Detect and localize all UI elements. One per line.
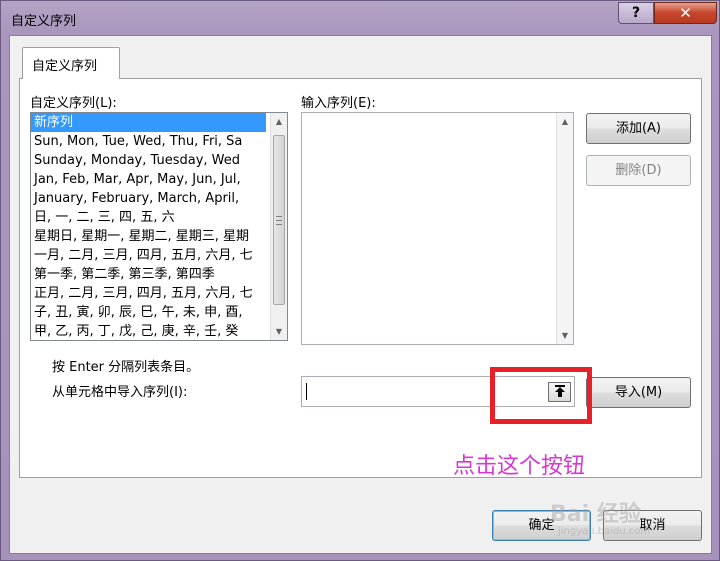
close-button[interactable]: ✕ (654, 2, 717, 24)
list-item[interactable]: 子, 丑, 寅, 卯, 辰, 巳, 午, 未, 申, 酉, (31, 303, 266, 322)
watermark-logo: Bai 经验 (550, 502, 641, 527)
window-title: 自定义序列 (11, 14, 77, 29)
scroll-grip-icon (276, 216, 282, 225)
listbox-scrollbar[interactable]: ▲ ▼ (270, 113, 287, 340)
list-item[interactable]: 新序列 (31, 113, 266, 132)
entries-scroll-down-icon[interactable]: ▼ (557, 327, 573, 344)
import-button[interactable]: 导入(M) (586, 377, 691, 408)
custom-list-label: 自定义序列(L): (30, 96, 117, 111)
list-item[interactable]: 星期日, 星期一, 星期二, 星期三, 星期 (31, 227, 266, 246)
list-item[interactable]: Sunday, Monday, Tuesday, Wed (31, 151, 266, 170)
list-item[interactable]: 第一季, 第二季, 第三季, 第四季 (31, 265, 266, 284)
list-item[interactable]: 日, 一, 二, 三, 四, 五, 六 (31, 208, 266, 227)
list-item[interactable]: Sun, Mon, Tue, Wed, Thu, Fri, Sa (31, 132, 266, 151)
annotation-text: 点击这个按钮 (453, 454, 586, 479)
annotation-highlight-box (490, 367, 592, 424)
entries-scrollbar[interactable]: ▲ ▼ (556, 113, 573, 344)
list-item[interactable]: 甲, 乙, 丙, 丁, 戊, 己, 庚, 辛, 壬, 癸 (31, 322, 266, 340)
dialog-window: 自定义序列 ? ✕ 自定义序列 自定义序列(L): 新序列 Sun, Mon, T… (0, 0, 720, 561)
list-item[interactable]: 正月, 二月, 三月, 四月, 五月, 六月, 七 (31, 284, 266, 303)
list-item[interactable]: January, February, March, April, (31, 189, 266, 208)
title-bar: 自定义序列 ? ✕ (1, 1, 719, 35)
watermark-url: jingyan.baidu.com (558, 526, 651, 537)
list-entries-textarea[interactable]: ▲ ▼ (301, 112, 574, 345)
list-item[interactable]: 一月, 二月, 三月, 四月, 五月, 六月, 七 (31, 246, 266, 265)
dialog-client-area: 自定义序列 自定义序列(L): 新序列 Sun, Mon, Tue, Wed, T… (9, 35, 712, 554)
import-range-label: 从单元格中导入序列(I): (52, 385, 188, 400)
text-caret (306, 383, 307, 400)
scroll-up-arrow-icon[interactable]: ▲ (271, 113, 287, 130)
list-item[interactable]: Jan, Feb, Mar, Apr, May, Jun, Jul, (31, 170, 266, 189)
scroll-down-arrow-icon[interactable]: ▼ (271, 323, 287, 340)
enter-hint-text: 按 Enter 分隔列表条目。 (52, 360, 200, 375)
add-button[interactable]: 添加(A) (586, 113, 691, 144)
list-items-container: 新序列 Sun, Mon, Tue, Wed, Thu, Fri, Sa Sunda… (31, 113, 287, 340)
tab-custom-lists[interactable]: 自定义序列 (22, 47, 120, 79)
entries-scroll-up-icon[interactable]: ▲ (557, 113, 573, 130)
scroll-thumb[interactable] (273, 135, 285, 305)
custom-lists-listbox[interactable]: 新序列 Sun, Mon, Tue, Wed, Thu, Fri, Sa Sunda… (30, 112, 288, 341)
list-entries-label: 输入序列(E): (301, 96, 376, 111)
delete-button[interactable]: 删除(D) (586, 155, 691, 186)
help-button[interactable]: ? (618, 2, 654, 24)
